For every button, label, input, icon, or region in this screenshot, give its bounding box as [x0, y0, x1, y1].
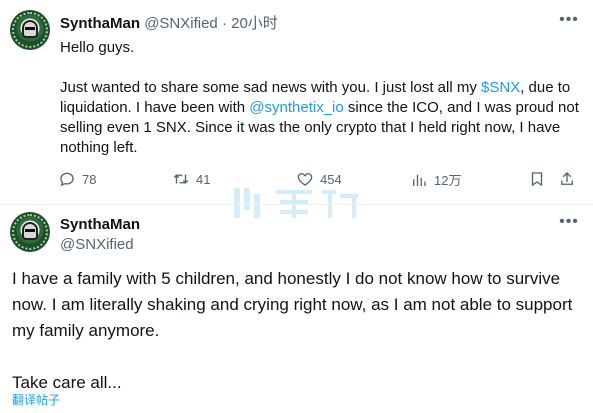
translate-post-link[interactable]: 翻译帖子 — [12, 391, 60, 408]
tweet-body: I have a family with 5 children, and hon… — [12, 266, 582, 396]
author-name[interactable]: SynthaMan — [60, 15, 140, 32]
bookmark-icon — [531, 172, 543, 187]
view-count: 12万 — [434, 173, 462, 188]
author-name[interactable]: SynthaMan — [60, 215, 140, 235]
author-handle[interactable]: @SNXified — [60, 235, 140, 255]
more-horizontal-icon[interactable]: ••• — [557, 12, 581, 32]
bookmark-button[interactable] — [528, 170, 546, 188]
greeting-text: Hello guys. — [60, 39, 135, 56]
author-handle[interactable]: @SNXified — [144, 15, 218, 32]
paragraph-2: Take care all... — [12, 373, 122, 392]
timestamp[interactable]: 20小时 — [231, 15, 278, 32]
paragraph-1: I have a family with 5 children, and hon… — [12, 269, 573, 340]
more-horizontal-icon[interactable]: ••• — [557, 214, 581, 234]
main-paragraph: Just wanted to share some sad news with … — [60, 78, 580, 158]
watermark-logo-icon — [234, 188, 358, 218]
cashtag-link[interactable]: $SNX — [481, 79, 520, 96]
divider — [0, 204, 593, 205]
retweet-button[interactable]: 41 — [172, 170, 210, 188]
helmet-visor — [25, 27, 35, 30]
tweet-header: SynthaMan @SNXified · 20小时 — [60, 14, 278, 34]
mention-link[interactable]: @synthetix_io — [249, 99, 343, 116]
avatar[interactable] — [10, 212, 50, 252]
views-button[interactable]: 12万 — [410, 170, 461, 189]
retweet-icon — [173, 174, 189, 184]
reply-button[interactable]: 78 — [58, 170, 96, 188]
views-chart-icon — [413, 174, 426, 186]
helmet-visor — [25, 229, 35, 232]
retweet-count: 41 — [196, 171, 211, 187]
reply-icon — [60, 172, 74, 187]
reply-count: 78 — [82, 171, 97, 187]
share-button[interactable] — [558, 170, 576, 188]
tweet-thread: SynthaMan @SNXified · 20小时 ••• Hello guy… — [0, 0, 593, 413]
separator-dot: · — [221, 15, 227, 32]
tweet-header: SynthaMan @SNXified — [60, 215, 140, 255]
share-icon — [561, 172, 573, 185]
tweet-body: Hello guys. Just wanted to share some sa… — [60, 38, 580, 158]
tweet-1[interactable]: SynthaMan @SNXified · 20小时 ••• Hello guy… — [0, 0, 593, 218]
avatar[interactable] — [10, 10, 50, 50]
body-text-1: Just wanted to share some sad news with … — [60, 79, 482, 96]
